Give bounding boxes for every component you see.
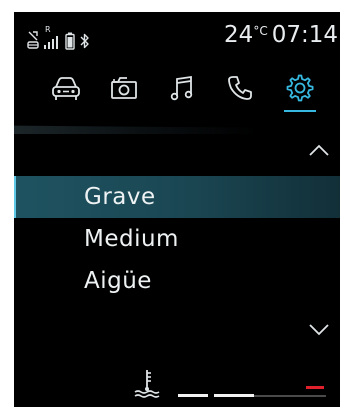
list-item-label: Medium: [84, 226, 179, 252]
scroll-down-button[interactable]: [308, 322, 330, 336]
roaming-signal-icon: R: [43, 25, 61, 50]
list-item-label: Aigüe: [84, 268, 152, 294]
tab-car[interactable]: [46, 70, 86, 110]
clock: 07:14: [271, 22, 338, 48]
tabs-divider: [14, 125, 340, 134]
chevron-up-icon: [308, 142, 330, 161]
scroll-up-button[interactable]: [308, 142, 330, 156]
gauge-segment-1: [178, 394, 208, 397]
music-note-icon: [170, 75, 194, 105]
list-item-aigue[interactable]: Aigüe: [14, 260, 340, 302]
option-list: Grave Medium Aigüe: [14, 176, 340, 302]
tab-camera[interactable]: [104, 70, 144, 110]
infotainment-screen: R 24 °C 07:14 Grave Medium Aigüe: [14, 12, 340, 407]
chevron-down-icon: [308, 322, 330, 341]
car-signal-icon: [27, 30, 39, 50]
coolant-gauge: [14, 364, 340, 404]
temperature-unit: °C: [253, 24, 268, 38]
tab-settings[interactable]: [280, 70, 320, 112]
roaming-label: R: [45, 25, 51, 34]
phone-battery-icon: [65, 32, 75, 50]
status-icons: R: [27, 25, 91, 50]
gauge-warning-marker: [306, 386, 324, 389]
gauge-segment-4: [290, 395, 326, 397]
camera-icon: [110, 76, 138, 104]
tab-phone[interactable]: [220, 70, 260, 110]
status-readout: 24 °C 07:14: [224, 20, 338, 50]
list-item-label: Grave: [84, 184, 156, 210]
gauge-segment-3: [254, 395, 290, 397]
outside-temperature: 24: [224, 22, 254, 48]
list-item-medium[interactable]: Medium: [14, 218, 340, 260]
bluetooth-icon: [79, 32, 91, 50]
nav-tabs: [14, 70, 340, 114]
coolant-temperature-icon: [132, 368, 162, 404]
list-item-grave[interactable]: Grave: [14, 176, 340, 218]
car-icon: [50, 75, 82, 105]
gauge-segment-2: [214, 394, 254, 397]
tab-music[interactable]: [162, 70, 202, 110]
active-tab-indicator: [284, 110, 316, 112]
gear-icon: [285, 73, 315, 107]
phone-icon: [227, 75, 253, 105]
